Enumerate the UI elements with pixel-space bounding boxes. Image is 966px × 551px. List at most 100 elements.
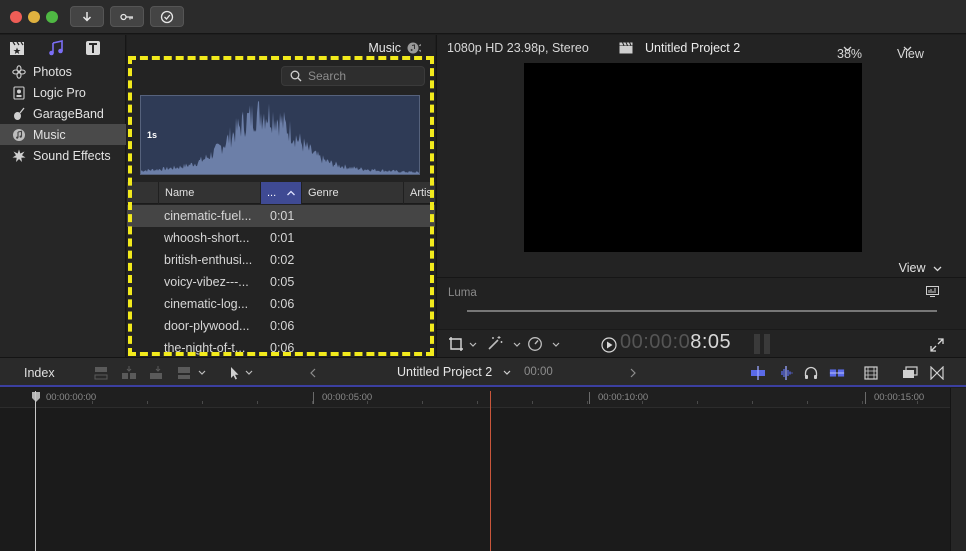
checkmark-circle-icon xyxy=(160,10,174,23)
sidebar-item-logic-pro[interactable]: Logic Pro xyxy=(0,82,126,103)
list-item[interactable]: cinematic-log... 0:06 xyxy=(127,293,435,315)
track-duration: 0:06 xyxy=(270,297,295,311)
timeline-scrollbar[interactable] xyxy=(950,388,966,551)
audio-skimming-button[interactable] xyxy=(778,365,794,381)
track-name: voicy-vibez---... xyxy=(164,275,249,289)
list-item[interactable]: british-enthusi... 0:02 xyxy=(127,249,435,271)
append-clip-icon xyxy=(150,366,162,379)
title-bar xyxy=(0,0,966,34)
overwrite-clip-icon xyxy=(178,367,190,379)
luma-label: Luma xyxy=(448,287,477,299)
filmstrip-icon xyxy=(864,366,878,380)
insert-clip-button[interactable] xyxy=(121,365,137,381)
viewer-canvas[interactable] xyxy=(524,63,862,252)
view-popup[interactable]: View xyxy=(897,41,924,61)
column-header-artist[interactable]: Artis xyxy=(403,182,435,204)
ruler-tick-label: 00:00:00:00 xyxy=(46,392,97,403)
background-tasks-button[interactable] xyxy=(150,6,184,27)
download-arrow-icon xyxy=(82,11,92,22)
clip-appearance-button[interactable] xyxy=(863,365,879,381)
connect-clip-button[interactable] xyxy=(93,365,109,381)
playhead[interactable] xyxy=(35,391,36,551)
track-name: cinematic-log... xyxy=(164,297,249,311)
transitions-browser-button[interactable] xyxy=(929,365,945,381)
scope-settings-icon[interactable] xyxy=(926,286,939,297)
photos-icon xyxy=(11,64,27,80)
list-item[interactable]: voicy-vibez---... 0:05 xyxy=(127,271,435,293)
history-forward-button[interactable] xyxy=(625,365,641,381)
append-clip-button[interactable] xyxy=(148,365,164,381)
sidebar-item-label: Logic Pro xyxy=(33,85,86,100)
list-header: Name ... Genre Artis xyxy=(127,182,435,204)
magic-wand-icon[interactable] xyxy=(487,335,503,351)
edit-options-dropdown[interactable] xyxy=(194,365,210,381)
chevron-down-icon xyxy=(198,370,206,375)
source-popup-label[interactable]: Music xyxy=(368,41,401,55)
snapping-button[interactable] xyxy=(829,365,845,381)
track-duration: 0:06 xyxy=(270,319,295,333)
connect-clip-icon xyxy=(94,367,108,380)
scopes-view-popup[interactable]: View xyxy=(899,261,942,275)
view-label: View xyxy=(897,47,924,61)
sidebar-item-garageband[interactable]: GarageBand xyxy=(0,103,126,124)
history-back-button[interactable] xyxy=(305,365,321,381)
sidebar-item-label: Music xyxy=(33,127,66,142)
import-button[interactable] xyxy=(70,6,104,27)
luma-scope: Luma xyxy=(437,277,966,329)
zoom-window-button[interactable] xyxy=(46,11,58,23)
photos-videos-tab[interactable] xyxy=(7,39,27,57)
transform-icon[interactable] xyxy=(448,336,464,352)
minimize-window-button[interactable] xyxy=(28,11,40,23)
track-duration: 0:01 xyxy=(270,231,295,245)
sidebar-item-sound-effects[interactable]: Sound Effects xyxy=(0,145,126,166)
column-header-duration[interactable]: ... xyxy=(260,182,301,204)
video-skimming-button[interactable] xyxy=(750,365,766,381)
timeline-toolbar: Index Untitled Project 2 00:00 xyxy=(0,357,966,387)
ruler-minor-ticks xyxy=(92,401,932,404)
sidebar-item-music[interactable]: Music xyxy=(0,124,126,145)
solo-button[interactable] xyxy=(803,365,819,381)
chevron-down-icon[interactable] xyxy=(552,342,560,348)
list-item[interactable]: cinematic-fuel... 0:01 xyxy=(127,205,435,227)
titles-icon xyxy=(86,41,100,55)
keywords-button[interactable] xyxy=(110,6,144,27)
titles-generators-tab[interactable] xyxy=(83,39,103,57)
close-window-button[interactable] xyxy=(10,11,22,23)
play-icon[interactable] xyxy=(601,337,617,353)
zoom-popup[interactable]: 38% xyxy=(837,41,862,61)
sidebar-item-label: Photos xyxy=(33,64,72,79)
bowtie-icon xyxy=(930,366,944,380)
viewer-header: 1080p HD 23.98p, Stereo Untitled Project… xyxy=(437,35,966,61)
list-item[interactable]: door-plywood... 0:06 xyxy=(127,315,435,337)
index-button[interactable]: Index xyxy=(24,366,55,380)
overwrite-clip-button[interactable] xyxy=(176,365,192,381)
column-header-name[interactable]: Name xyxy=(158,182,260,204)
timeline-index-toggle[interactable] xyxy=(902,365,918,381)
list-item[interactable]: the-night-of-t... 0:06 xyxy=(127,337,435,357)
retime-speed-icon[interactable] xyxy=(527,336,543,352)
arrow-cursor-icon xyxy=(231,367,239,380)
project-dropdown[interactable] xyxy=(499,365,515,381)
list-item[interactable]: whoosh-short... 0:01 xyxy=(127,227,435,249)
chevron-right-icon xyxy=(630,368,636,378)
tool-dropdown[interactable] xyxy=(241,365,257,381)
chevron-down-icon[interactable] xyxy=(513,342,521,348)
stacked-windows-icon xyxy=(903,366,918,378)
sidebar-item-photos[interactable]: Photos xyxy=(0,61,126,82)
search-field[interactable]: Search xyxy=(281,66,425,86)
sidebar-tabs xyxy=(0,35,126,61)
column-header-genre[interactable]: Genre xyxy=(301,182,403,204)
logic-pro-icon xyxy=(11,85,27,101)
music-popup-icon[interactable] xyxy=(407,41,421,55)
timeline-ruler[interactable]: 00:00:00:00 00:00:05:00 00:00:10:00 00:0… xyxy=(0,388,950,408)
timecode-dim: 00:00:0 xyxy=(620,331,691,353)
playhead-handle-icon[interactable] xyxy=(31,391,41,403)
select-tool-button[interactable] xyxy=(226,365,242,381)
chevron-down-icon[interactable] xyxy=(469,342,477,348)
fullscreen-icon[interactable] xyxy=(930,338,944,352)
waveform-preview[interactable]: 1s xyxy=(140,95,420,175)
insert-clip-icon xyxy=(122,366,136,379)
timeline[interactable]: 00:00:00:00 00:00:05:00 00:00:10:00 00:0… xyxy=(0,388,950,551)
photos-and-audio-tab[interactable] xyxy=(46,39,66,57)
timeline-project-title[interactable]: Untitled Project 2 xyxy=(397,365,492,379)
